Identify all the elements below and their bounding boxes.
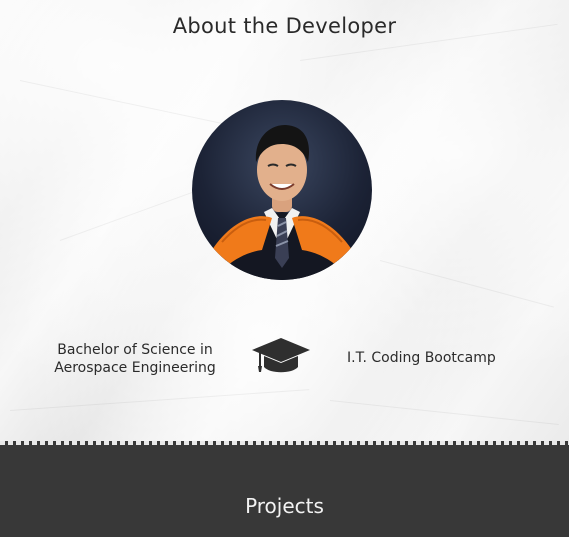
degree-text: Bachelor of Science in Aerospace Enginee…: [40, 341, 230, 377]
projects-title: Projects: [245, 494, 324, 518]
graduation-cap-icon: [250, 334, 312, 378]
degree-line-2: Aerospace Engineering: [54, 360, 216, 376]
developer-avatar: [192, 100, 372, 280]
projects-section: Projects: [0, 441, 569, 537]
about-section: About the Developer Bachelor of Science …: [0, 0, 569, 441]
portrait-illustration: [212, 124, 352, 280]
section-divider: [0, 441, 569, 445]
bootcamp-text: I.T. Coding Bootcamp: [347, 350, 496, 366]
degree-line-1: Bachelor of Science in: [57, 342, 213, 358]
section-title: About the Developer: [172, 14, 397, 38]
